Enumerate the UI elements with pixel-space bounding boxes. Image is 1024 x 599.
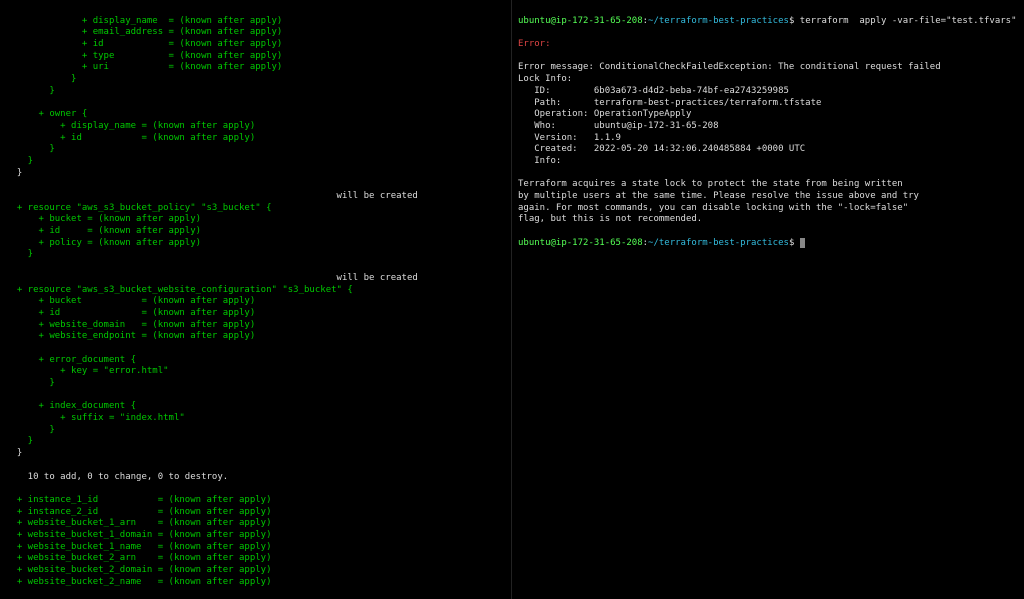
prompt-path-2: ~/terraform-best-practices xyxy=(648,238,789,248)
lock-explanation: Terraform acquires a state lock to prote… xyxy=(518,179,919,224)
prompt-user-2: ubuntu@ip-172-31-65-208 xyxy=(518,238,643,248)
resource-s3-website-body: + bucket = (known after apply) + id = (k… xyxy=(6,296,255,446)
will-be-created-1: will be created xyxy=(6,191,418,201)
prompt-cmd: $ terraform apply -var-file="test.tfvars… xyxy=(789,16,1017,26)
lock-info-lines: ID: 6b03a673-d4d2-beba-74bf-ea2743259985… xyxy=(518,86,821,166)
resource-s3-policy-body: + bucket = (known after apply) + id = (k… xyxy=(6,214,201,259)
prompt-dollar: $ xyxy=(789,238,800,248)
left-terminal[interactable]: + display_name = (known after apply) + e… xyxy=(0,0,512,599)
brace: } xyxy=(6,168,22,178)
error-message: Error message: ConditionalCheckFailedExc… xyxy=(518,62,941,72)
prompt-path: ~/terraform-best-practices xyxy=(648,16,789,26)
resource-s3-website-head: + resource "aws_s3_bucket_website_config… xyxy=(6,285,353,295)
will-be-created-2: will be created xyxy=(6,273,418,283)
output-changes: + instance_1_id = (known after apply) + … xyxy=(6,495,272,587)
right-terminal[interactable]: ubuntu@ip-172-31-65-208:~/terraform-best… xyxy=(512,0,1024,599)
resource-s3-policy-head: + resource "aws_s3_bucket_policy" "s3_bu… xyxy=(6,203,272,213)
prompt-user: ubuntu@ip-172-31-65-208 xyxy=(518,16,643,26)
terminal-split: + display_name = (known after apply) + e… xyxy=(0,0,1024,599)
error-label: Error: xyxy=(518,39,551,49)
cursor-icon xyxy=(800,238,805,248)
lock-info-label: Lock Info: xyxy=(518,74,572,84)
plan-close: } xyxy=(6,448,22,458)
plan-summary: 10 to add, 0 to change, 0 to destroy. xyxy=(6,472,228,482)
plan-owner-block: + display_name = (known after apply) + e… xyxy=(6,16,282,166)
